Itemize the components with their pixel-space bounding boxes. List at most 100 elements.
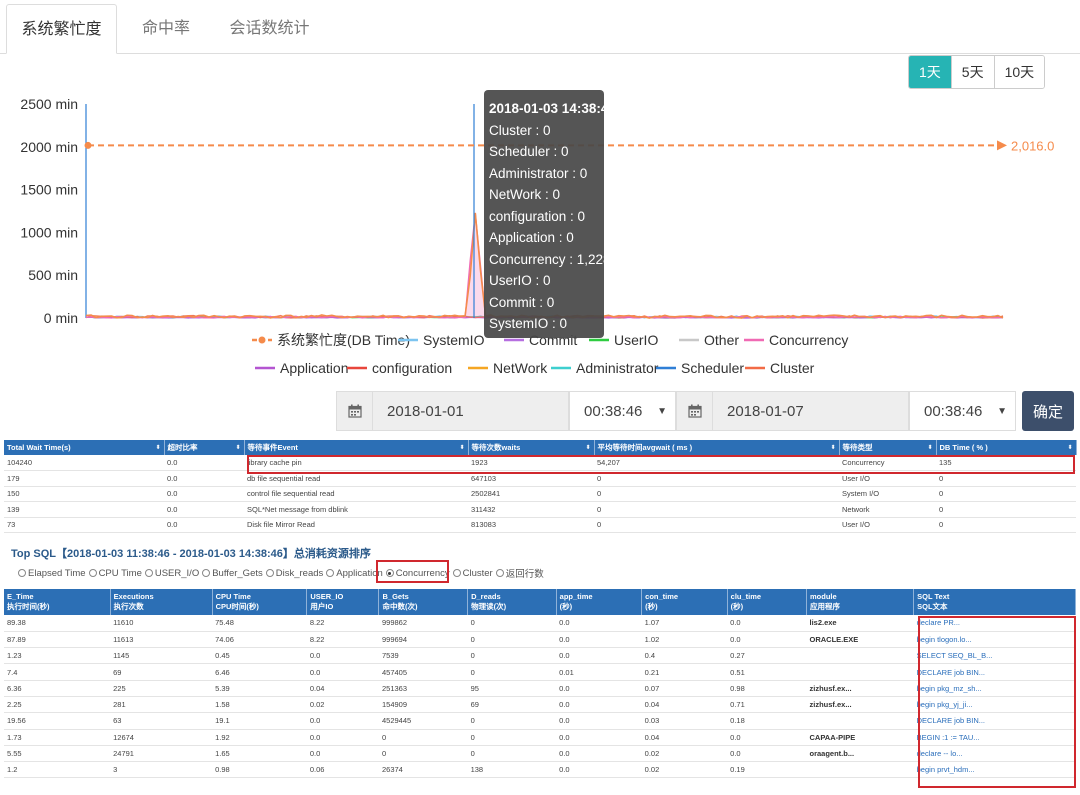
radio-icon[interactable]: [385, 569, 394, 577]
range-1day-button[interactable]: 1天: [909, 56, 952, 88]
sort-radio-3[interactable]: Buffer_Gets: [202, 566, 263, 580]
table-cell: 74.06: [212, 631, 307, 649]
table-cell: [806, 712, 914, 730]
column-header[interactable]: SQL Text SQL文本: [913, 589, 1076, 615]
column-header[interactable]: DB Time ( % ) ⬍: [936, 440, 1077, 455]
column-header[interactable]: app_time (秒): [556, 589, 643, 615]
sql-text-link[interactable]: declare PR...: [913, 615, 1076, 632]
table-row[interactable]: 5.55 24791 1.65 0.0 0 0 0.0 0.02 0.0 oraagent.b..…: [4, 745, 1076, 763]
sql-text-link[interactable]: begin tlogon.lo...: [913, 631, 1076, 649]
sql-text-link[interactable]: begin pkg_mz_sh...: [913, 680, 1076, 697]
sort-icon[interactable]: ⬍: [1067, 444, 1072, 451]
column-header[interactable]: Executions 执行次数: [110, 589, 213, 615]
legend-item[interactable]: Cluster: [745, 360, 815, 376]
table-cell: Concurrency: [839, 455, 936, 471]
column-header[interactable]: clu_time (秒): [727, 589, 808, 615]
column-header[interactable]: 平均等待时间avgwait ( ms ) ⬍: [594, 440, 840, 455]
radio-icon[interactable]: [495, 569, 504, 577]
sql-text-link[interactable]: DECLARE job BIN...: [913, 663, 1076, 681]
table-row[interactable]: 89.38 11610 75.48 8.22 999862 0 0.0 1.07 0.0 lis2…: [4, 615, 1076, 632]
sort-radio-4[interactable]: Disk_reads: [265, 566, 323, 580]
column-header[interactable]: 超时比率 ⬍: [164, 440, 245, 455]
sort-icon[interactable]: ⬍: [459, 444, 464, 451]
table-row[interactable]: 104240 0.0 library cache pin 1923 54,207 Conc…: [4, 455, 1076, 471]
end-date-field[interactable]: 2018-01-07: [676, 391, 909, 431]
legend-item[interactable]: Administrator: [551, 360, 659, 376]
sort-radio-7[interactable]: Cluster: [452, 566, 493, 580]
legend-item[interactable]: Scheduler: [656, 360, 744, 376]
legend-item[interactable]: Other: [679, 332, 739, 348]
tab-db-busy[interactable]: 系统繁忙度: [6, 4, 117, 54]
table-row[interactable]: 150 0.0 control file sequential read 250284…: [4, 486, 1076, 502]
table-row[interactable]: 2.25 281 1.58 0.02 154909 69 0.0 0.04 0.71 zizhus…: [4, 696, 1076, 714]
radio-icon[interactable]: [88, 569, 97, 577]
tab-session-stats[interactable]: 会话数统计: [222, 4, 317, 54]
table-cell: 2.25: [4, 696, 111, 714]
table-row[interactable]: 7.4 69 6.46 0.0 457405 0 0.01 0.21 0.51 DECLARE j…: [4, 663, 1076, 681]
tooltip-row: Administrator : 0: [489, 165, 588, 181]
tab-hit-ratio[interactable]: 命中率: [130, 4, 202, 54]
column-header[interactable]: 等待次数waits ⬍: [468, 440, 595, 455]
legend-item[interactable]: Concurrency: [744, 332, 848, 348]
table-row[interactable]: 87.89 11613 74.06 8.22 999694 0 0.0 1.02 0.0 ORAC…: [4, 631, 1076, 649]
sort-icon[interactable]: ⬍: [927, 444, 932, 451]
column-header[interactable]: 等待事件Event ⬍: [244, 440, 469, 455]
sort-icon[interactable]: ⬍: [830, 444, 835, 451]
table-cell: 999862: [378, 615, 468, 632]
sort-radio-5[interactable]: Application: [326, 566, 383, 580]
radio-icon[interactable]: [265, 569, 274, 577]
sort-radio-6[interactable]: Concurrency: [385, 566, 450, 580]
column-header[interactable]: 等待类型 ⬍: [839, 440, 937, 455]
radio-icon[interactable]: [326, 569, 335, 577]
start-time-select[interactable]: 00:38:46 ▼: [569, 391, 676, 431]
table-cell: 647103: [468, 470, 594, 487]
table-row[interactable]: 1.2 3 0.98 0.06 26374 138 0.0 0.02 0.19 begin prv…: [4, 761, 1076, 779]
sort-icon[interactable]: ⬍: [235, 444, 240, 451]
column-header[interactable]: module 应用程序: [806, 589, 915, 615]
sort-radio-8[interactable]: 返回行数: [495, 566, 544, 580]
table-row[interactable]: 139 0.0 SQL*Net message from dblink 311432 0…: [4, 501, 1076, 518]
table-row[interactable]: 179 0.0 db file sequential read 647103 0 User…: [4, 470, 1076, 487]
table-row[interactable]: 73 0.0 Disk file Mirror Read 813083 0 User I/…: [4, 517, 1076, 533]
column-header[interactable]: USER_IO 用户IO: [306, 589, 380, 615]
column-header[interactable]: Total Wait Time(s) ⬍: [4, 440, 165, 455]
table-cell: 0.0: [164, 470, 244, 487]
range-5day-button[interactable]: 5天: [951, 56, 995, 88]
column-header[interactable]: B_Gets 命中数(次): [378, 589, 469, 615]
sql-text-link[interactable]: DECLARE job BIN...: [913, 712, 1076, 730]
table-row[interactable]: 6.36 225 5.39 0.04 251363 95 0.0 0.07 0.98 zizhus…: [4, 680, 1076, 697]
sql-text-link[interactable]: declare -- lo...: [913, 745, 1076, 763]
table-cell: 69: [467, 696, 557, 714]
radio-icon[interactable]: [452, 569, 461, 577]
radio-icon[interactable]: [202, 569, 211, 577]
legend-item[interactable]: configuration: [347, 360, 452, 376]
end-time-select[interactable]: 00:38:46 ▼: [909, 391, 1016, 431]
table-row[interactable]: 1.23 1145 0.45 0.0 7539 0 0.0 0.4 0.27 SELECT SEQ…: [4, 647, 1076, 665]
column-header[interactable]: CPU Time CPU时间(秒): [212, 589, 308, 615]
legend-item[interactable]: Application: [255, 360, 349, 376]
table-row[interactable]: 19.56 63 19.1 0.0 4529445 0 0.0 0.03 0.18 DECLARE…: [4, 712, 1076, 730]
column-header[interactable]: con_time (秒): [641, 589, 728, 615]
column-header[interactable]: D_reads 物理读(次): [467, 589, 557, 615]
sort-icon[interactable]: ⬍: [585, 444, 590, 451]
start-date-field[interactable]: 2018-01-01: [336, 391, 569, 431]
sort-icon[interactable]: ⬍: [155, 444, 160, 451]
legend-item[interactable]: NetWork: [468, 360, 548, 376]
table-cell: 63: [110, 712, 213, 730]
radio-icon[interactable]: [18, 569, 26, 577]
legend-item[interactable]: SystemIO: [398, 332, 485, 348]
sort-radio-0[interactable]: Elapsed Time: [18, 566, 86, 580]
legend-item[interactable]: 系统繁忙度(DB Time): [252, 332, 410, 348]
sql-text-link[interactable]: SELECT SEQ_BL_B...: [913, 647, 1076, 665]
sql-text-link[interactable]: begin prvt_hdm...: [913, 761, 1076, 779]
radio-icon[interactable]: [144, 569, 153, 577]
sort-radio-1[interactable]: CPU Time: [88, 566, 142, 580]
table-row[interactable]: 1.73 12674 1.92 0.0 0 0 0.0 0.04 0.0 CAPAA-PIPE BE…: [4, 729, 1076, 746]
range-10day-button[interactable]: 10天: [994, 56, 1045, 88]
confirm-button[interactable]: 确定: [1022, 391, 1074, 431]
sql-text-link[interactable]: begin pkg_yj_ji...: [913, 696, 1076, 714]
sort-radio-2[interactable]: USER_I/O: [144, 566, 199, 580]
column-header[interactable]: E_Time 执行时间(秒): [4, 589, 111, 615]
table-cell: 0.04: [641, 696, 728, 714]
sql-text-link[interactable]: BEGIN :1 := TAU...: [913, 729, 1076, 746]
